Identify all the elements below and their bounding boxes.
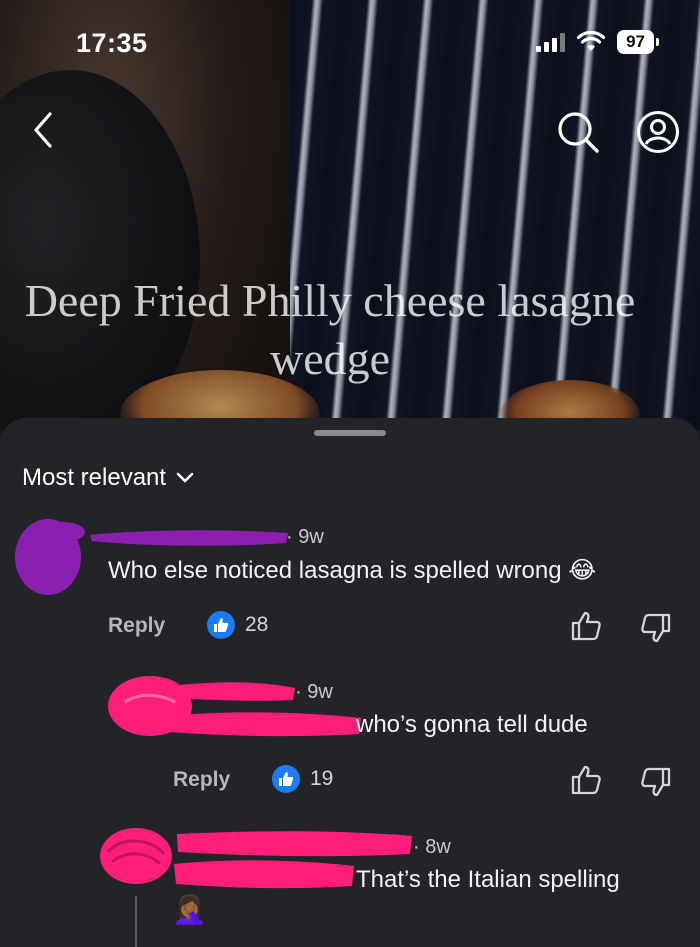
reply-button[interactable]: Reply (108, 614, 165, 638)
like-count: 28 (207, 611, 268, 639)
sort-dropdown[interactable]: Most relevant (22, 464, 194, 492)
status-time: 17:35 (76, 28, 148, 58)
facepalm-emoji: 🤦🏾‍♀️ (172, 894, 207, 925)
comment-text: who’s gonna tell dude (356, 711, 588, 738)
thumbs-up-icon[interactable] (570, 610, 602, 642)
comment-text: That’s the Italian spelling (356, 866, 620, 893)
redacted-username (165, 682, 361, 737)
thread-line (135, 896, 137, 947)
signal-icon (536, 32, 566, 52)
video-title: Deep Fried Philly cheese lasagne wedge (24, 275, 636, 384)
comment-age: · 9w (286, 526, 324, 548)
like-count-number: 28 (245, 613, 269, 636)
comment-text: Who else noticed lasagna is spelled wron… (108, 557, 597, 584)
thumbs-down-icon[interactable] (640, 612, 672, 644)
chevron-down-icon (176, 472, 194, 483)
like-badge-icon (207, 611, 235, 639)
wifi-icon (577, 31, 606, 51)
like-badge-icon (272, 765, 300, 793)
sort-label: Most relevant (22, 464, 167, 491)
like-count-number: 19 (310, 767, 334, 790)
comment-age: · 8w (413, 836, 451, 858)
status-indicators: 97 (536, 30, 659, 54)
thumbs-down-icon[interactable] (640, 766, 672, 798)
laughing-emoji: 😂 (568, 557, 597, 584)
like-count: 19 (272, 765, 333, 793)
search-icon[interactable] (556, 110, 600, 154)
thumbs-up-icon[interactable] (570, 764, 602, 796)
reply-button[interactable]: Reply (173, 768, 230, 792)
redacted-username (90, 530, 288, 546)
back-chevron-icon[interactable] (28, 110, 58, 150)
redacted-avatar (15, 519, 85, 595)
redacted-avatar (100, 828, 172, 884)
sheet-grabber[interactable] (314, 430, 386, 436)
profile-icon[interactable] (636, 110, 680, 154)
battery-indicator: 97 (617, 30, 659, 54)
comment-age: · 9w (295, 681, 333, 703)
